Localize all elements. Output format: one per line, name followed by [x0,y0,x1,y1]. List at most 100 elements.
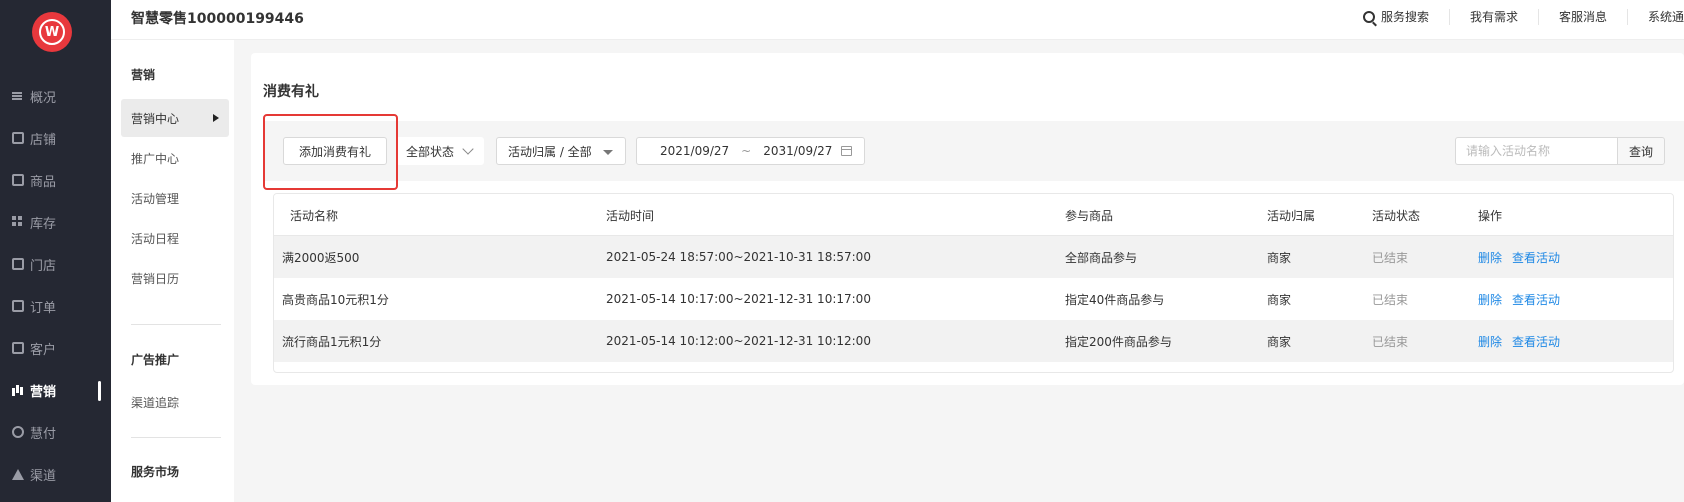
divider [131,324,221,325]
cell-time: 2021-05-14 10:17:00~2021-12-31 10:17:00 [606,292,871,306]
col-header-status: 活动状态 [1372,208,1421,223]
nav-item-customer[interactable]: 客户 [0,333,111,363]
pay-icon [12,426,24,438]
nav-label: 慧付 [30,426,57,442]
logo-mark: W [39,19,65,45]
service-message-link[interactable]: 客服消息 [1539,9,1628,25]
overview-icon [12,90,24,102]
divider [131,437,221,438]
cell-status: 已结束 [1372,250,1409,265]
date-start[interactable]: 2021/09/27 [660,144,729,158]
sub-nav: 营销 营销中心 推广中心 活动管理 活动日程 营销日历 广告推广 渠道追踪 服务… [111,40,234,502]
query-button[interactable]: 查询 [1617,137,1665,165]
nav-label: 概况 [30,90,57,106]
store-icon [12,258,24,270]
marketing-icon [12,384,24,396]
table-row: 流行商品1元积1分 2021-05-14 10:12:00~2021-12-31… [274,320,1673,362]
cell-goods: 指定200件商品参与 [1065,334,1172,349]
active-indicator [98,381,101,401]
activity-name-search-input[interactable] [1455,137,1617,165]
view-activity-link[interactable]: 查看活动 [1512,249,1560,266]
activity-table: 活动名称 活动时间 参与商品 活动归属 活动状态 操作 满2000返500 20… [273,193,1674,373]
system-link[interactable]: 系统通 [1628,9,1684,25]
stock-icon [12,216,24,228]
cell-owner: 商家 [1267,292,1292,307]
table-row: 高贵商品10元积1分 2021-05-14 10:17:00~2021-12-3… [274,278,1673,320]
calendar-icon [841,146,852,156]
cell-goods: 指定40件商品参与 [1065,292,1165,307]
nav-item-order[interactable]: 订单 [0,291,111,321]
delete-link[interactable]: 删除 [1478,291,1502,308]
nav-item-overview[interactable]: 概况 [0,81,111,111]
service-search-label: 服务搜索 [1380,10,1429,24]
subnav-label: 活动日程 [131,231,180,246]
nav-label: 营销 [30,384,57,400]
col-header-time: 活动时间 [606,208,655,223]
subnav-heading-service-market[interactable]: 服务市场 [131,463,179,480]
status-select[interactable]: 全部状态 [396,137,484,165]
nav-label: 客户 [30,342,57,358]
cell-status: 已结束 [1372,292,1409,307]
order-icon [12,300,24,312]
cell-name: 流行商品1元积1分 [282,334,382,349]
nav-item-marketing[interactable]: 营销 [0,375,111,405]
subnav-item-activity-manage[interactable]: 活动管理 [121,179,229,217]
nav-item-stock[interactable]: 库存 [0,207,111,237]
date-end[interactable]: 2031/09/27 [763,144,832,158]
subnav-label: 营销中心 [131,111,180,126]
owner-select-value: 活动归属 / 全部 [508,144,592,159]
delete-link[interactable]: 删除 [1478,333,1502,350]
my-needs-link[interactable]: 我有需求 [1450,9,1539,25]
caret-right-icon [213,114,219,122]
subnav-label: 活动管理 [131,191,180,206]
cell-time: 2021-05-24 18:57:00~2021-10-31 18:57:00 [606,250,871,264]
cell-name: 高贵商品10元积1分 [282,292,389,307]
cell-time: 2021-05-14 10:12:00~2021-12-31 10:12:00 [606,334,871,348]
subnav-item-promotion-center[interactable]: 推广中心 [121,139,229,177]
col-header-actions: 操作 [1478,208,1503,223]
delete-link[interactable]: 删除 [1478,249,1502,266]
view-activity-link[interactable]: 查看活动 [1512,291,1560,308]
cell-owner: 商家 [1267,334,1292,349]
cell-actions: 删除 查看活动 [1478,320,1570,362]
date-range-picker[interactable]: 2021/09/27 ~ 2031/09/27 [636,137,865,165]
nav-label: 渠道 [30,468,57,484]
cell-actions: 删除 查看活动 [1478,236,1570,278]
status-select-value: 全部状态 [406,144,455,159]
subnav-item-activity-schedule[interactable]: 活动日程 [121,219,229,257]
col-header-goods: 参与商品 [1065,208,1114,223]
page-title: 消费有礼 [263,84,319,100]
table-header-row: 活动名称 活动时间 参与商品 活动归属 活动状态 操作 [274,194,1673,236]
cell-name: 满2000返500 [282,250,360,265]
service-search-link[interactable]: 服务搜索 [1343,9,1450,25]
main-nav: W 概况 店铺 商品 库存 门店 订单 客户 营销 慧付 渠道 [0,0,111,502]
col-header-name: 活动名称 [290,208,339,223]
nav-label: 店铺 [30,132,57,148]
subnav-label: 渠道追踪 [131,395,180,410]
add-consumption-gift-button[interactable]: 添加消费有礼 [283,137,387,165]
view-activity-link[interactable]: 查看活动 [1512,333,1560,350]
nav-item-shop[interactable]: 店铺 [0,123,111,153]
subnav-item-marketing-calendar[interactable]: 营销日历 [121,259,229,297]
main-panel: 消费有礼 添加消费有礼 全部状态 活动归属 / 全部 2021/09/27 ~ … [251,53,1684,385]
subnav-heading-marketing: 营销 [131,68,156,82]
table-row: 满2000返500 2021-05-24 18:57:00~2021-10-31… [274,236,1673,278]
caret-down-icon [603,150,613,155]
subnav-item-marketing-center[interactable]: 营销中心 [121,99,229,137]
cell-goods: 全部商品参与 [1065,250,1138,265]
top-bar: 智慧零售100000199446 服务搜索 我有需求 客服消息 系统通 [111,0,1684,40]
nav-label: 商品 [30,174,57,190]
subnav-label: 推广中心 [131,151,180,166]
subnav-item-channel-tracking[interactable]: 渠道追踪 [121,383,229,421]
nav-item-store[interactable]: 门店 [0,249,111,279]
nav-label: 门店 [30,258,57,274]
top-links: 服务搜索 我有需求 客服消息 系统通 [1343,9,1684,25]
search-icon [1362,11,1375,23]
filter-toolbar: 添加消费有礼 全部状态 活动归属 / 全部 2021/09/27 ~ 2031/… [263,121,1684,181]
nav-item-goods[interactable]: 商品 [0,165,111,195]
date-separator: ~ [741,144,752,158]
app-logo[interactable]: W [32,12,72,52]
nav-item-channel[interactable]: 渠道 [0,459,111,489]
nav-item-pay[interactable]: 慧付 [0,417,111,447]
owner-select[interactable]: 活动归属 / 全部 [496,137,626,165]
